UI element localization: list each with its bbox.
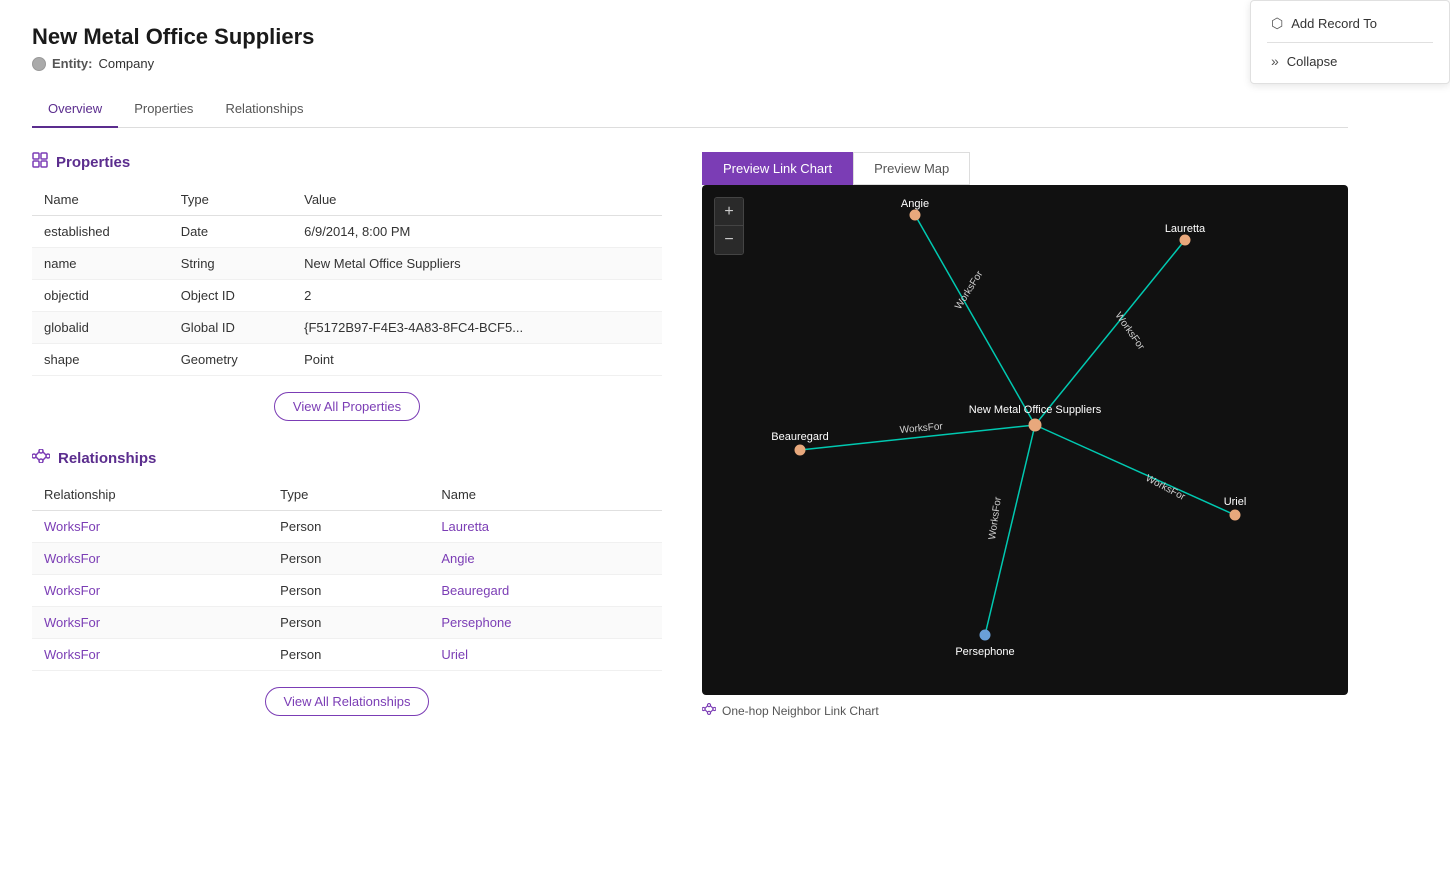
rel-name-cell[interactable]: Uriel [429, 639, 662, 671]
svg-text:Angie: Angie [901, 198, 929, 210]
entity-value: Company [98, 56, 154, 71]
chart-tab-bar: Preview Link Chart Preview Map [702, 152, 1348, 185]
view-all-relationships-button[interactable]: View All Relationships [265, 687, 430, 716]
collapse-label: Collapse [1287, 54, 1338, 69]
table-row: WorksFor Person Persephone [32, 607, 662, 639]
rel-name-cell[interactable]: Beauregard [429, 575, 662, 607]
svg-text:WorksFor: WorksFor [987, 495, 1004, 540]
svg-text:WorksFor: WorksFor [899, 421, 944, 436]
relationships-table: Relationship Type Name WorksFor Person L… [32, 479, 662, 671]
tab-preview-map[interactable]: Preview Map [853, 152, 970, 185]
rel-col-relationship: Relationship [32, 479, 268, 511]
prop-value-cell: {F5172B97-F4E3-4A83-8FC4-BCF5... [292, 312, 662, 344]
tab-relationships[interactable]: Relationships [209, 91, 319, 128]
chart-footer-label: One-hop Neighbor Link Chart [722, 704, 879, 718]
prop-name-cell: globalid [32, 312, 169, 344]
view-all-properties-button[interactable]: View All Properties [274, 392, 420, 421]
table-row: objectid Object ID 2 [32, 280, 662, 312]
properties-table: Name Type Value established Date 6/9/201… [32, 184, 662, 376]
relationships-heading: Relationships [32, 449, 662, 467]
prop-type-cell: Global ID [169, 312, 292, 344]
table-row: WorksFor Person Lauretta [32, 511, 662, 543]
table-row: globalid Global ID {F5172B97-F4E3-4A83-8… [32, 312, 662, 344]
link-chart-svg: WorksFor WorksFor WorksFor WorksFor Work… [702, 185, 1348, 695]
chart-footer: One-hop Neighbor Link Chart [702, 703, 1348, 718]
entity-row: Entity: Company [32, 56, 1348, 71]
rel-type-cell: Person [268, 575, 429, 607]
rel-relationship-cell[interactable]: WorksFor [32, 575, 268, 607]
prop-type-cell: Object ID [169, 280, 292, 312]
prop-name-cell: established [32, 216, 169, 248]
rel-type-cell: Person [268, 607, 429, 639]
prop-type-cell: Geometry [169, 344, 292, 376]
relationships-section: Relationships Relationship Type Name Wor… [32, 449, 662, 716]
tab-bar: Overview Properties Relationships [32, 91, 1348, 128]
properties-icon [32, 152, 48, 172]
rel-type-cell: Person [268, 511, 429, 543]
chart-footer-icon [702, 703, 716, 718]
page-title: New Metal Office Suppliers [32, 24, 1348, 50]
prop-name-cell: name [32, 248, 169, 280]
prop-col-type: Type [169, 184, 292, 216]
rel-relationship-cell[interactable]: WorksFor [32, 607, 268, 639]
rel-relationship-cell[interactable]: WorksFor [32, 639, 268, 671]
table-row: WorksFor Person Uriel [32, 639, 662, 671]
add-record-label: Add Record To [1291, 16, 1377, 31]
properties-section: Properties Name Type Value established D… [32, 152, 662, 421]
page-content: New Metal Office Suppliers Entity: Compa… [0, 0, 1380, 760]
chart-zoom-controls: + − [714, 197, 744, 255]
prop-name-cell: shape [32, 344, 169, 376]
table-row: WorksFor Person Angie [32, 543, 662, 575]
rel-name-cell[interactable]: Angie [429, 543, 662, 575]
add-record-button[interactable]: ⬡ Add Record To [1267, 9, 1433, 38]
prop-value-cell: 6/9/2014, 8:00 PM [292, 216, 662, 248]
svg-text:Persephone: Persephone [955, 646, 1014, 658]
table-row: WorksFor Person Beauregard [32, 575, 662, 607]
rel-col-type: Type [268, 479, 429, 511]
svg-text:Uriel: Uriel [1224, 496, 1247, 508]
tab-properties[interactable]: Properties [118, 91, 209, 128]
svg-text:Beauregard: Beauregard [771, 431, 829, 443]
chart-container: + − WorksFor Works [702, 185, 1348, 695]
top-bar: ⬡ Add Record To » Collapse [1250, 0, 1450, 84]
prop-value-cell: New Metal Office Suppliers [292, 248, 662, 280]
add-record-icon: ⬡ [1271, 15, 1283, 32]
properties-title: Properties [56, 154, 130, 171]
rel-col-name: Name [429, 479, 662, 511]
rel-name-cell[interactable]: Lauretta [429, 511, 662, 543]
svg-text:New Metal Office Suppliers: New Metal Office Suppliers [969, 404, 1102, 416]
tab-preview-link-chart[interactable]: Preview Link Chart [702, 152, 853, 185]
main-layout: Properties Name Type Value established D… [32, 152, 1348, 736]
prop-type-cell: String [169, 248, 292, 280]
prop-value-cell: 2 [292, 280, 662, 312]
collapse-button[interactable]: » Collapse [1267, 47, 1433, 75]
prop-col-value: Value [292, 184, 662, 216]
svg-text:WorksFor: WorksFor [1113, 310, 1147, 352]
collapse-icon: » [1271, 53, 1279, 69]
properties-heading: Properties [32, 152, 662, 172]
prop-col-name: Name [32, 184, 169, 216]
rel-name-cell[interactable]: Persephone [429, 607, 662, 639]
table-row: name String New Metal Office Suppliers [32, 248, 662, 280]
rel-relationship-cell[interactable]: WorksFor [32, 543, 268, 575]
rel-type-cell: Person [268, 543, 429, 575]
rel-relationship-cell[interactable]: WorksFor [32, 511, 268, 543]
relationships-icon [32, 449, 50, 467]
entity-dot-icon [32, 57, 46, 71]
table-row: shape Geometry Point [32, 344, 662, 376]
entity-label: Entity: [52, 56, 92, 71]
zoom-in-button[interactable]: + [715, 198, 743, 226]
table-row: established Date 6/9/2014, 8:00 PM [32, 216, 662, 248]
prop-name-cell: objectid [32, 280, 169, 312]
relationships-title: Relationships [58, 450, 156, 467]
prop-type-cell: Date [169, 216, 292, 248]
prop-value-cell: Point [292, 344, 662, 376]
right-panel: Preview Link Chart Preview Map + − [702, 152, 1348, 736]
tab-overview[interactable]: Overview [32, 91, 118, 128]
rel-type-cell: Person [268, 639, 429, 671]
zoom-out-button[interactable]: − [715, 226, 743, 254]
svg-text:Lauretta: Lauretta [1165, 223, 1206, 235]
left-panel: Properties Name Type Value established D… [32, 152, 662, 736]
svg-text:WorksFor: WorksFor [1144, 473, 1188, 503]
